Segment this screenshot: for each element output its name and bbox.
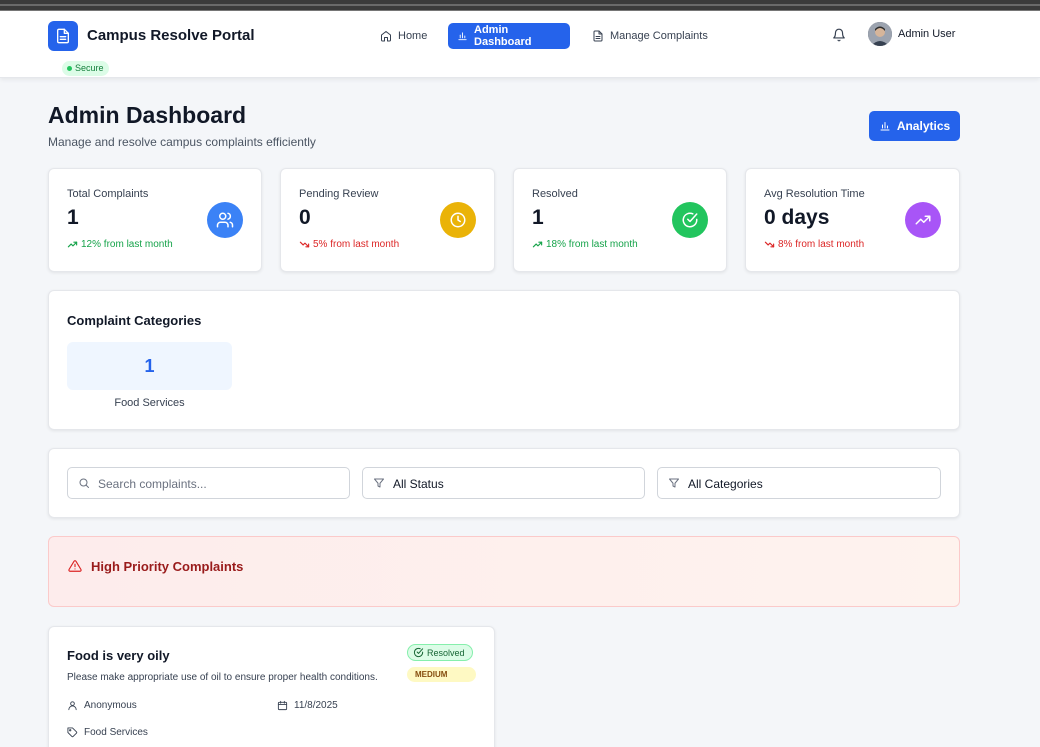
stat-card-avg-time: Avg Resolution Time 0 days 8% from last …: [745, 168, 960, 272]
complaint-title: Food is very oily: [67, 648, 170, 663]
stat-trend-text: 5% from last month: [313, 239, 400, 250]
stat-label: Pending Review: [299, 188, 379, 200]
nav-home[interactable]: Home: [371, 23, 436, 49]
users-icon: [207, 202, 243, 238]
clock-icon: [440, 202, 476, 238]
tag-icon: [67, 727, 78, 738]
filter-icon: [669, 478, 679, 488]
check-circle-icon: [672, 202, 708, 238]
stat-trend: 18% from last month: [532, 239, 638, 250]
stat-trend-text: 8% from last month: [778, 239, 865, 250]
analytics-button[interactable]: Analytics: [869, 111, 960, 141]
filters-card: Search complaints... All Status All Cate…: [48, 448, 960, 518]
bar-chart-icon: [880, 122, 890, 131]
nav-admin-dashboard[interactable]: Admin Dashboard: [448, 23, 570, 49]
categories-card: Complaint Categories 1 Food Services: [48, 290, 960, 430]
stat-label: Avg Resolution Time: [764, 188, 865, 200]
priority-badge: MEDIUM: [407, 667, 476, 682]
calendar-icon: [277, 700, 288, 711]
trending-down-icon: [764, 241, 775, 248]
stat-value: 0 days: [764, 206, 830, 229]
stat-trend: 12% from last month: [67, 239, 173, 250]
filter-icon: [374, 478, 384, 488]
home-icon: [381, 31, 391, 42]
stat-label: Resolved: [532, 188, 578, 200]
stat-card-resolved: Resolved 1 18% from last month: [513, 168, 727, 272]
complaint-date: 11/8/2025: [277, 700, 338, 711]
stat-value: 1: [532, 206, 544, 229]
user-name[interactable]: Admin User: [898, 28, 955, 40]
search-placeholder: Search complaints...: [98, 477, 207, 491]
search-input[interactable]: Search complaints...: [67, 467, 350, 499]
complaint-card[interactable]: Food is very oily Please make appropriat…: [48, 626, 495, 747]
complaint-date-text: 11/8/2025: [294, 700, 338, 711]
trending-up-icon: [905, 202, 941, 238]
page-subtitle: Manage and resolve campus complaints eff…: [48, 135, 316, 149]
category-select-value: All Categories: [688, 477, 763, 491]
stat-trend: 5% from last month: [299, 239, 399, 250]
avatar-image: [868, 22, 892, 46]
trending-up-icon: [532, 241, 543, 248]
status-select-value: All Status: [393, 477, 444, 491]
file-text-icon: [593, 30, 603, 42]
stat-trend: 8% from last month: [764, 239, 864, 250]
category-select[interactable]: All Categories: [657, 467, 941, 499]
document-icon: [57, 28, 69, 44]
complaint-category-text: Food Services: [84, 727, 148, 738]
stat-trend-text: 12% from last month: [81, 239, 173, 250]
complaint-author: Anonymous: [67, 700, 137, 711]
nav-admin-dashboard-label: Admin Dashboard: [474, 24, 532, 48]
user-icon: [68, 701, 77, 711]
bar-chart-icon: [458, 32, 467, 41]
stat-card-pending: Pending Review 0 5% from last month: [280, 168, 495, 272]
search-icon: [79, 478, 89, 488]
analytics-label: Analytics: [896, 119, 951, 133]
trending-up-icon: [67, 241, 78, 248]
status-badge-label: Resolved: [427, 647, 465, 658]
secure-badge: Secure: [62, 61, 109, 76]
page-title: Admin Dashboard: [48, 102, 247, 128]
browser-top-strip: [0, 0, 1040, 11]
high-priority-title: High Priority Complaints: [91, 559, 244, 574]
complaint-author-text: Anonymous: [84, 700, 137, 711]
status-select[interactable]: All Status: [362, 467, 645, 499]
status-badge: Resolved: [407, 644, 473, 661]
stat-card-total: Total Complaints 1 12% from last month: [48, 168, 262, 272]
nav-home-label: Home: [398, 30, 428, 42]
stat-trend-text: 18% from last month: [546, 239, 638, 250]
avatar[interactable]: [868, 22, 892, 46]
secure-label: Secure: [75, 63, 104, 73]
alert-triangle-icon: [68, 560, 82, 572]
complaint-description: Please make appropriate use of oil to en…: [67, 672, 378, 683]
app-title: Campus Resolve Portal: [87, 27, 255, 44]
complaint-category: Food Services: [67, 727, 148, 738]
nav-manage-complaints-label: Manage Complaints: [610, 30, 708, 42]
trending-down-icon: [299, 241, 310, 248]
stat-label: Total Complaints: [67, 188, 149, 200]
category-tile[interactable]: 1: [67, 342, 232, 390]
secure-dot-icon: [67, 66, 72, 71]
high-priority-section: High Priority Complaints: [48, 536, 960, 607]
bell-icon[interactable]: [832, 28, 846, 42]
app-header: Campus Resolve Portal Secure Home Admin …: [0, 11, 1040, 78]
stat-value: 0: [299, 206, 311, 229]
app-logo[interactable]: [48, 21, 78, 51]
stat-value: 1: [67, 206, 79, 229]
category-name: Food Services: [114, 397, 185, 409]
nav-manage-complaints[interactable]: Manage Complaints: [583, 23, 717, 49]
categories-title: Complaint Categories: [67, 313, 202, 328]
check-circle-icon: [413, 647, 424, 658]
